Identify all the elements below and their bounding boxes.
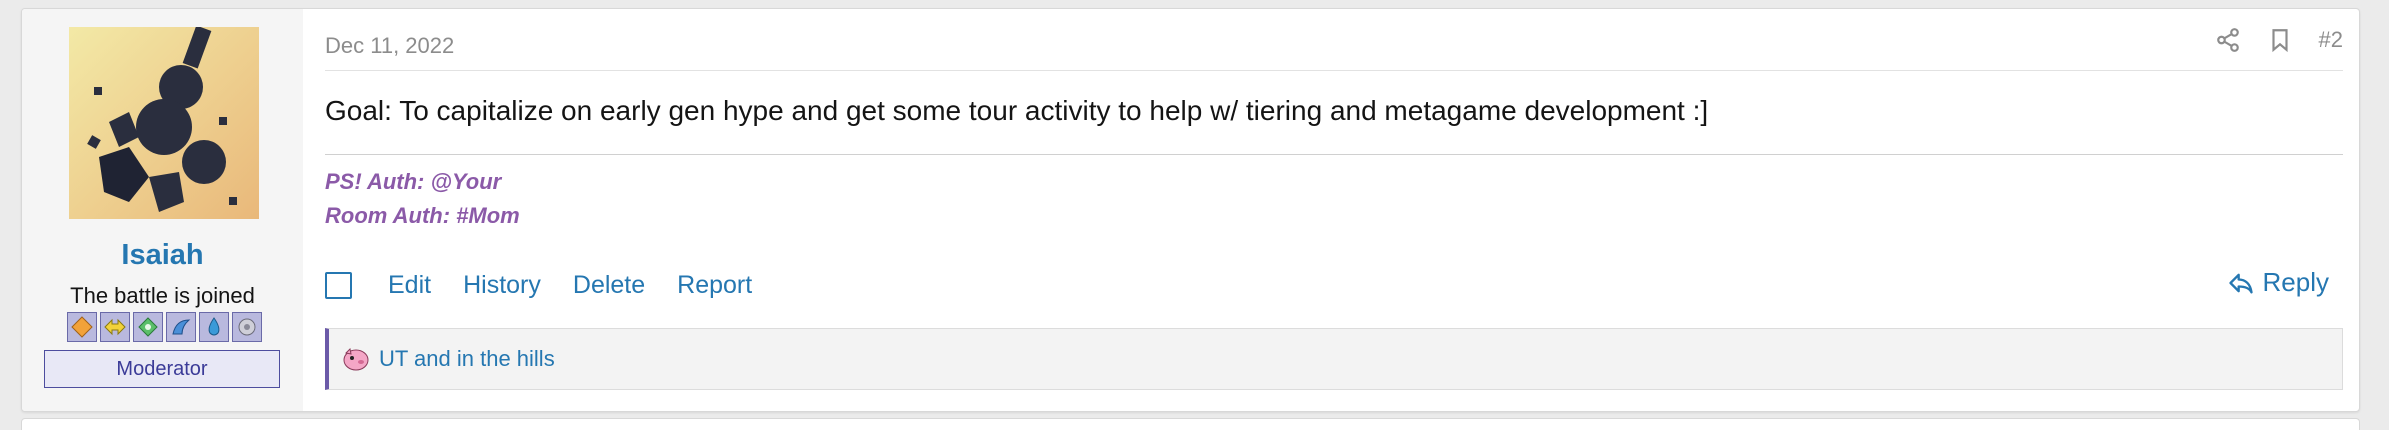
post-date[interactable]: Dec 11, 2022 [325, 33, 454, 59]
silver-gear-badge-icon [232, 312, 262, 342]
select-post-checkbox[interactable] [325, 271, 352, 299]
post-header-actions: #2 [2215, 27, 2343, 53]
user-title: The battle is joined [70, 283, 255, 308]
blue-fin-badge-icon [166, 312, 196, 342]
post-main: Dec 11, 2022 #2 Goal: To capitalize on e… [303, 9, 2359, 411]
location-bar: UT and in the hills [325, 328, 2343, 390]
edit-link[interactable]: Edit [388, 271, 431, 300]
username[interactable]: Isaiah [22, 239, 303, 272]
water-drop-badge-icon [199, 312, 229, 342]
bookmark-icon[interactable] [2267, 27, 2293, 53]
share-icon[interactable] [2215, 27, 2241, 53]
signature-divider [325, 154, 2343, 155]
location-text[interactable]: UT and in the hills [379, 346, 555, 372]
report-link[interactable]: Report [677, 271, 752, 300]
reply-button[interactable]: Reply [2227, 267, 2329, 298]
next-post-edge [21, 418, 2360, 430]
signature-line-1: PS! Auth: @Your [325, 169, 502, 194]
orange-diamond-badge-icon [67, 312, 97, 342]
yellow-arrow-badge-icon [100, 312, 130, 342]
post-header: Dec 11, 2022 #2 [325, 9, 2343, 71]
green-leaf-badge-icon [133, 312, 163, 342]
reply-label: Reply [2262, 267, 2329, 297]
role-badge: Moderator [44, 350, 280, 388]
signature: PS! Auth: @Your Room Auth: #Mom [325, 165, 520, 233]
post-action-bar: Edit History Delete Report [325, 258, 784, 312]
signature-line-2: Room Auth: #Mom [325, 203, 520, 228]
post-message: Goal: To capitalize on early gen hype an… [325, 95, 1709, 126]
history-link[interactable]: History [463, 271, 541, 300]
badge-row [67, 312, 262, 342]
user-sidebar: Isaiah The battle is joined Moderator [22, 9, 303, 411]
pink-creature-icon [341, 344, 379, 374]
post-card: Isaiah The battle is joined Moderator De… [21, 8, 2360, 412]
reply-arrow-icon [2227, 269, 2255, 297]
user-avatar[interactable] [69, 27, 259, 219]
delete-link[interactable]: Delete [573, 271, 645, 300]
post-number[interactable]: #2 [2319, 27, 2343, 53]
